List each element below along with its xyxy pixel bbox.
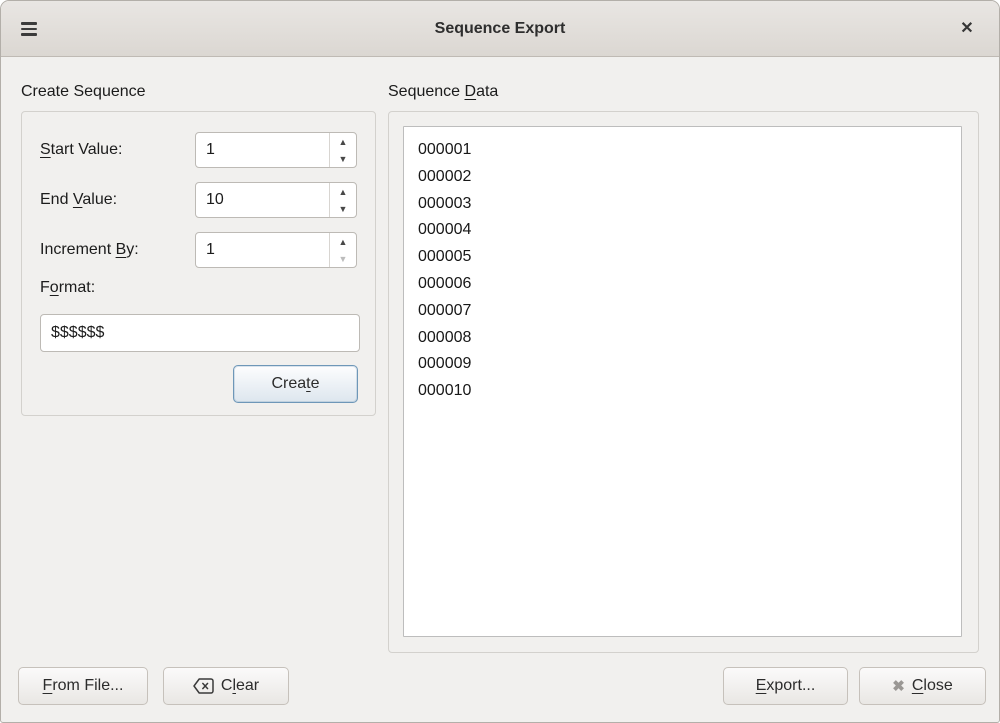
start-value-label: Start Value: (40, 132, 122, 168)
end-value-spin-down-icon[interactable]: ▼ (330, 200, 356, 217)
increment-by-input[interactable]: 1 (196, 233, 329, 267)
sequence-item[interactable]: 000005 (404, 244, 961, 271)
sequence-item[interactable]: 000007 (404, 298, 961, 325)
clear-backspace-icon (193, 678, 214, 694)
sequence-item[interactable]: 000009 (404, 351, 961, 378)
window-close-icon[interactable]: ✕ (955, 1, 979, 57)
sequence-item[interactable]: 000004 (404, 217, 961, 244)
create-sequence-group-label: Create Sequence (21, 83, 146, 101)
create-sequence-frame: Start Value: 1 ▲ ▼ End Value: 10 ▲ ▼ Inc… (21, 111, 376, 416)
start-value-spinbox[interactable]: 1 ▲ ▼ (195, 132, 357, 168)
sequence-item[interactable]: 000001 (404, 137, 961, 164)
start-value-spin-down-icon[interactable]: ▼ (330, 150, 356, 167)
increment-by-label: Increment By: (40, 232, 139, 268)
end-value-spinbox[interactable]: 10 ▲ ▼ (195, 182, 357, 218)
sequence-export-dialog: Sequence Export ✕ Create Sequence Start … (0, 0, 1000, 723)
sequence-data-list[interactable]: 0000010000020000030000040000050000060000… (403, 126, 962, 637)
from-file-button[interactable]: From File... (18, 667, 148, 705)
create-button[interactable]: Create (233, 365, 358, 403)
close-x-icon: ✖ (892, 677, 905, 695)
format-label: Format: (40, 270, 95, 306)
end-value-spin-up-icon[interactable]: ▲ (330, 183, 356, 200)
end-value-label: End Value: (40, 182, 117, 218)
clear-button[interactable]: Clear (163, 667, 289, 705)
start-value-spin-up-icon[interactable]: ▲ (330, 133, 356, 150)
sequence-data-frame: 0000010000020000030000040000050000060000… (388, 111, 979, 653)
sequence-item[interactable]: 000006 (404, 271, 961, 298)
increment-by-spinbox[interactable]: 1 ▲ ▼ (195, 232, 357, 268)
sequence-data-group-label: Sequence Data (388, 83, 498, 101)
close-button[interactable]: ✖ Close (859, 667, 986, 705)
sequence-item[interactable]: 000008 (404, 325, 961, 352)
sequence-item[interactable]: 000003 (404, 191, 961, 218)
increment-by-spin-down-icon[interactable]: ▼ (330, 250, 356, 267)
start-value-input[interactable]: 1 (196, 133, 329, 167)
export-button[interactable]: Export... (723, 667, 848, 705)
format-input[interactable]: $$$$$$ (40, 314, 360, 352)
sequence-item[interactable]: 000002 (404, 164, 961, 191)
increment-by-spin-up-icon[interactable]: ▲ (330, 233, 356, 250)
titlebar: Sequence Export ✕ (1, 1, 999, 57)
end-value-input[interactable]: 10 (196, 183, 329, 217)
window-title: Sequence Export (1, 1, 999, 57)
sequence-item[interactable]: 000010 (404, 378, 961, 405)
